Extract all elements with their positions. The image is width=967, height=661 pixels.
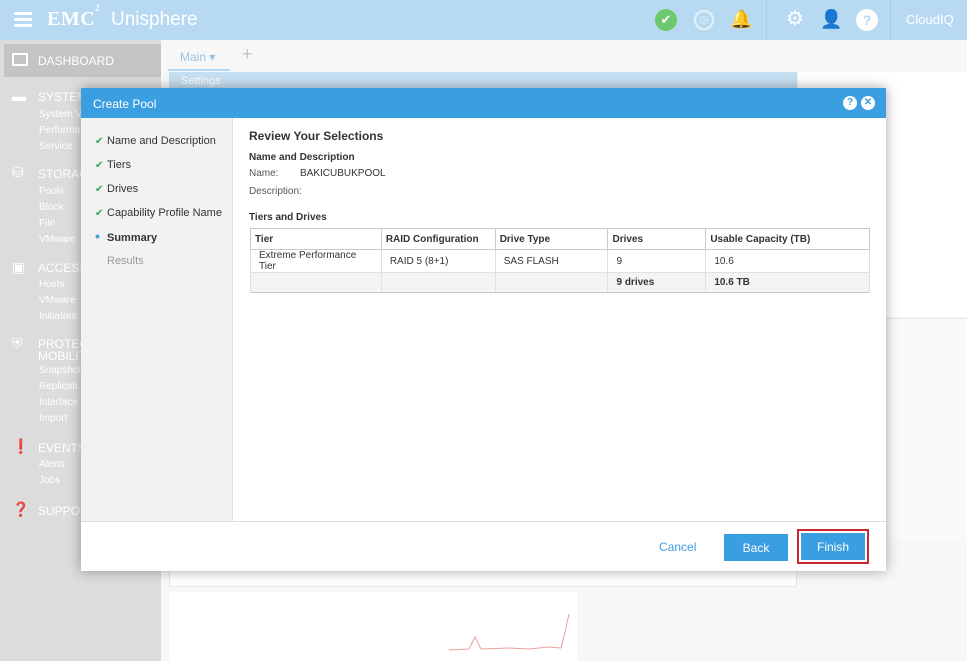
table-cell: 9	[607, 249, 707, 273]
summary-content: Review Your Selections Name and Descript…	[233, 118, 886, 521]
sidebar-item-system-view[interactable]: System V	[39, 109, 82, 120]
wizard-steps: ✔ Name and Description ✔ Tiers ✔ Drives ✔ Ca…	[81, 118, 233, 521]
protection-shield-icon: ⛨	[12, 335, 23, 351]
wizard-step-tiers[interactable]: ✔ Tiers	[95, 159, 131, 171]
dialog-title: Create Pool	[93, 97, 157, 111]
check-icon: ✔	[95, 160, 104, 171]
sidebar-item-file[interactable]: File	[39, 218, 55, 229]
wizard-step-results: Results	[107, 255, 144, 267]
create-pool-dialog: Create Pool ? ✕ ✔ Name and Description ✔ T…	[81, 88, 886, 571]
emc-logo: EMC2	[47, 3, 101, 30]
status-ok-icon[interactable]: ✔	[655, 9, 677, 31]
alerts-bell-icon[interactable]: 🔔	[730, 8, 752, 30]
access-icon: ▣	[12, 259, 26, 275]
back-button[interactable]: Back	[724, 534, 788, 561]
table-cell: 10.6	[705, 249, 870, 273]
settings-gear-icon[interactable]: ⚙	[784, 8, 806, 30]
check-icon: ✔	[95, 184, 104, 195]
column-header-drives[interactable]: Drives	[607, 228, 707, 250]
menu-icon[interactable]	[14, 12, 32, 27]
sidebar-item-vmware-access[interactable]: VMware	[39, 295, 76, 306]
check-icon: ✔	[95, 208, 104, 219]
background-chart	[169, 592, 577, 661]
sidebar-item-initiators[interactable]: Initiators	[39, 311, 77, 322]
review-heading: Review Your Selections	[249, 129, 384, 143]
sidebar-item-replication[interactable]: Replicati	[39, 381, 77, 392]
sidebar-item-vmware[interactable]: VMware	[39, 234, 76, 245]
table-cell: RAID 5 (8+1)	[380, 249, 496, 273]
dialog-header: Create Pool ? ✕	[81, 88, 886, 118]
sidebar-section-mobility[interactable]: MOBILIT	[38, 349, 86, 363]
name-label: Name:	[249, 168, 279, 179]
sidebar-item-jobs[interactable]: Jobs	[39, 475, 60, 486]
column-header-raid[interactable]: RAID Configuration	[380, 228, 496, 250]
name-description-heading: Name and Description	[249, 152, 355, 163]
tiers-drives-table: Tier RAID Configuration Drive Type Drive…	[250, 228, 870, 293]
total-drives-cell: 9 drives	[607, 272, 707, 293]
support-help-icon: ❓	[12, 501, 30, 517]
table-cell: SAS FLASH	[494, 249, 609, 273]
table-header-row: Tier RAID Configuration Drive Type Drive…	[250, 228, 870, 250]
sidebar-item-performance[interactable]: Performa	[39, 125, 80, 136]
wizard-step-summary[interactable]: • Summary	[95, 228, 157, 244]
table-cell: Extreme Performance Tier	[250, 249, 382, 273]
cancel-button[interactable]: Cancel	[659, 540, 696, 554]
wizard-step-capability-profile[interactable]: ✔ Capability Profile Name	[95, 207, 222, 219]
add-tab-button[interactable]: +	[242, 44, 253, 65]
sidebar-item-snapshots[interactable]: Snapshot	[39, 365, 81, 376]
sidebar-item-interfaces[interactable]: Interface	[39, 397, 78, 408]
events-alert-icon: ❗	[12, 438, 30, 454]
performance-sparkline	[448, 613, 570, 651]
sidebar-section-system[interactable]: SYSTEM	[38, 90, 87, 104]
background-card	[886, 318, 967, 538]
total-capacity-cell: 10.6 TB	[705, 272, 870, 293]
user-icon[interactable]: 👤	[820, 8, 842, 30]
cloudiq-icon[interactable]: CloudIQ	[906, 12, 954, 27]
sidebar-item-pools[interactable]: Pools	[39, 186, 64, 197]
current-step-dot-icon: •	[95, 228, 100, 244]
dashboard-icon	[12, 53, 28, 66]
tab-main[interactable]: Main ▾	[168, 44, 230, 71]
header-divider	[766, 0, 767, 40]
sidebar-item-alerts[interactable]: Alerts	[39, 459, 65, 470]
column-header-drive-type[interactable]: Drive Type	[494, 228, 609, 250]
table-cell	[494, 272, 609, 293]
sidebar-item-block[interactable]: Block	[39, 202, 63, 213]
jobs-clock-icon[interactable]: ◷	[694, 10, 714, 30]
top-header: EMC2 Unisphere ✔ ◷ 🔔 ⚙ 👤 ? CloudIQ	[0, 0, 967, 40]
sidebar-section-support[interactable]: SUPPO	[38, 504, 80, 518]
wizard-step-name-description[interactable]: ✔ Name and Description	[95, 135, 216, 147]
table-cell	[250, 272, 382, 293]
sidebar-item-dashboard[interactable]: DASHBOARD	[4, 44, 161, 77]
column-header-usable-capacity[interactable]: Usable Capacity (TB)	[705, 228, 870, 250]
storage-icon: ⛁	[12, 164, 24, 180]
sidebar-item-label: DASHBOARD	[38, 54, 115, 68]
description-label: Description:	[249, 186, 302, 197]
table-row: Extreme Performance Tier RAID 5 (8+1) SA…	[250, 249, 870, 273]
wizard-step-drives[interactable]: ✔ Drives	[95, 183, 138, 195]
app-name: Unisphere	[111, 9, 198, 30]
finish-button[interactable]: Finish	[801, 533, 865, 560]
sidebar-section-access[interactable]: ACCESS	[38, 261, 87, 275]
check-icon: ✔	[95, 136, 104, 147]
table-cell	[380, 272, 496, 293]
sidebar-item-hosts[interactable]: Hosts	[39, 279, 65, 290]
pool-name-value: BAKICUBUKPOOL	[300, 168, 386, 179]
sidebar-item-service[interactable]: Service	[39, 141, 72, 152]
dialog-help-icon[interactable]: ?	[843, 96, 857, 110]
system-icon: ▬	[12, 88, 26, 104]
dialog-close-icon[interactable]: ✕	[861, 96, 875, 110]
column-header-tier[interactable]: Tier	[250, 228, 382, 250]
table-totals-row: 9 drives 10.6 TB	[250, 272, 870, 293]
sidebar-section-events[interactable]: EVENTS	[38, 441, 86, 455]
help-icon[interactable]: ?	[856, 9, 878, 31]
tiers-drives-heading: Tiers and Drives	[249, 212, 327, 223]
dialog-footer: Cancel Back Finish	[81, 521, 886, 571]
sidebar-item-import[interactable]: Import	[39, 413, 67, 424]
header-divider	[890, 0, 891, 40]
